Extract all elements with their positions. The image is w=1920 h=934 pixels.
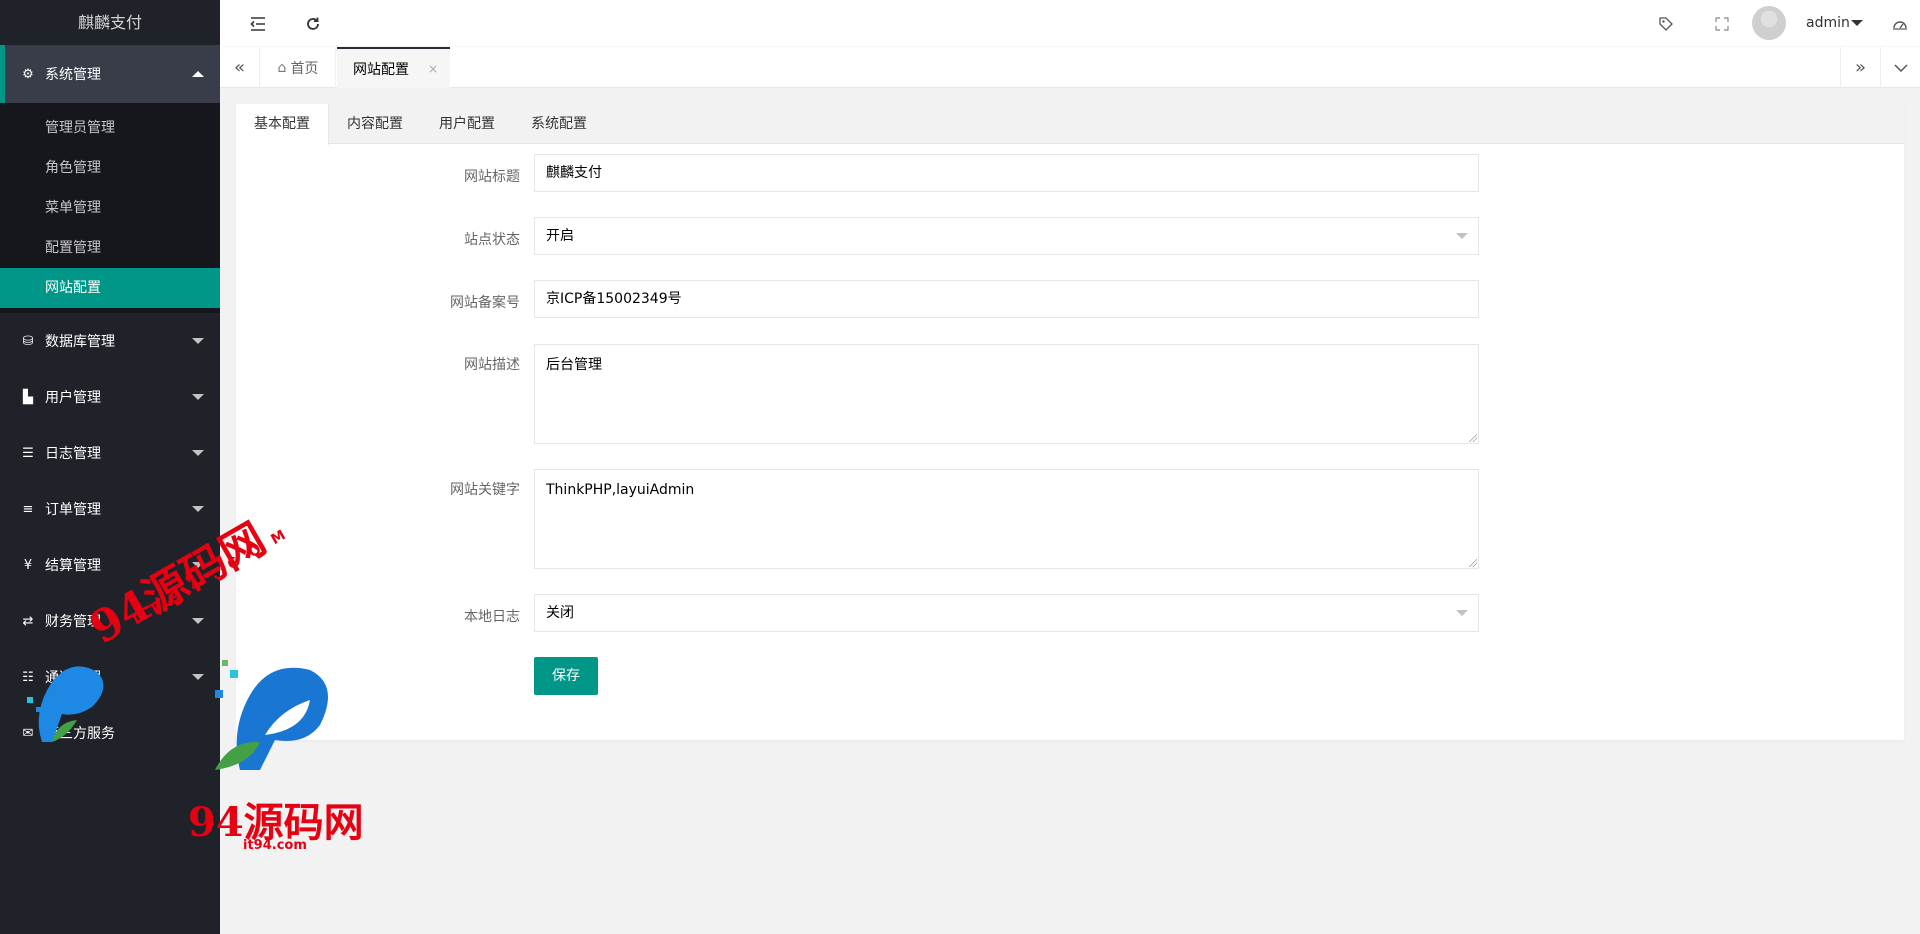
database-icon: ⛁ (22, 333, 34, 349)
tab-system-config[interactable]: 系统配置 (513, 104, 605, 144)
chevron-down-icon (1456, 610, 1468, 616)
nav-group-label: 订单管理 (45, 502, 101, 518)
watermark-logo-large (215, 660, 328, 770)
top-header: admin (220, 0, 1920, 47)
nav-group-label: 日志管理 (45, 446, 101, 462)
nav-group-database[interactable]: ⛁ 数据库管理 (0, 313, 220, 369)
log-icon: ☰ (22, 445, 34, 461)
chevron-down-icon (192, 450, 204, 456)
site-status-value: 开启 (546, 228, 574, 244)
fullscreen-icon[interactable] (1702, 0, 1742, 47)
site-status-label: 站点状态 (464, 232, 520, 248)
keywords-label: 网站关键字 (450, 482, 520, 498)
keywords-value: ThinkPHP,layuiAdmin (546, 482, 695, 498)
local-log-value: 关闭 (546, 605, 574, 621)
subnav-item-menus[interactable]: 菜单管理 (0, 188, 220, 228)
tabs-scroll-right-icon[interactable]: » (1840, 47, 1880, 88)
subnav-item-roles[interactable]: 角色管理 (0, 148, 220, 188)
chevron-down-icon (192, 618, 204, 624)
home-icon: ⌂ (277, 59, 287, 76)
icp-input[interactable]: 京ICP备15002349号 (534, 280, 1479, 318)
tab-content-config[interactable]: 内容配置 (329, 104, 421, 144)
transfer-icon: ⇄ (22, 613, 34, 629)
resize-handle-icon[interactable] (1469, 434, 1477, 442)
site-status-select[interactable]: 开启 (534, 217, 1479, 255)
icp-label: 网站备案号 (450, 295, 520, 311)
tag-icon[interactable] (1646, 0, 1686, 47)
avatar[interactable] (1752, 6, 1786, 40)
user-icon: ▙ (23, 389, 33, 405)
local-log-label: 本地日志 (464, 609, 520, 625)
nav-group-logs[interactable]: ☰ 日志管理 (0, 425, 220, 481)
theme-icon[interactable] (1880, 0, 1920, 47)
nav-group-label: 用户管理 (45, 390, 101, 406)
tab-site-config[interactable]: 网站配置 × (337, 47, 450, 88)
tab-home-label: 首页 (290, 60, 319, 77)
menu-fold-icon[interactable] (238, 0, 278, 47)
description-value: 后台管理 (546, 357, 602, 373)
refresh-icon[interactable] (293, 0, 333, 47)
tab-basic-config[interactable]: 基本配置 (236, 104, 329, 145)
tab-current-label: 网站配置 (353, 61, 409, 78)
description-textarea[interactable]: 后台管理 (534, 344, 1479, 444)
chevron-down-icon[interactable] (1851, 20, 1863, 26)
nav-group-label: 系统管理 (45, 67, 101, 83)
page-tabs-bar: « ⌂ 首页 网站配置 × » (220, 47, 1920, 88)
tab-user-config[interactable]: 用户配置 (421, 104, 513, 144)
nav-group-label: 结算管理 (45, 558, 101, 574)
keywords-textarea[interactable]: ThinkPHP,layuiAdmin (534, 469, 1479, 569)
subnav-item-config[interactable]: 配置管理 (0, 228, 220, 268)
sidebar: 麒麟支付 ⚙ 系统管理 管理员管理 角色管理 菜单管理 配置管理 网站配置 ⛁ … (0, 0, 220, 934)
config-tabs: 基本配置 内容配置 用户配置 系统配置 (236, 104, 1904, 145)
save-button[interactable]: 保存 (534, 657, 598, 695)
description-label: 网站描述 (464, 357, 520, 373)
chevron-down-icon (192, 338, 204, 344)
tabs-scroll-left-icon[interactable]: « (220, 47, 260, 88)
config-card: 基本配置 内容配置 用户配置 系统配置 网站标题 麒麟支付 站点状态 开启 网站… (236, 104, 1904, 740)
chevron-up-icon (192, 71, 204, 77)
chevron-down-icon (192, 394, 204, 400)
watermark-logo-small (27, 666, 104, 742)
nav-group-label: 数据库管理 (45, 334, 115, 350)
site-title-label: 网站标题 (464, 169, 520, 185)
chevron-down-icon (192, 506, 204, 512)
yen-icon: ¥ (23, 557, 33, 573)
nav-group-users[interactable]: ▙ 用户管理 (0, 369, 220, 425)
tab-home[interactable]: ⌂ 首页 (261, 47, 336, 88)
gear-icon: ⚙ (22, 66, 34, 82)
nav-group-orders[interactable]: ≡ 订单管理 (0, 481, 220, 537)
nav-group-system[interactable]: ⚙ 系统管理 (0, 45, 220, 103)
watermark-url: it94.com (243, 838, 307, 853)
list-icon: ≡ (22, 501, 34, 517)
app-logo-title: 麒麟支付 (0, 0, 220, 45)
site-title-input[interactable]: 麒麟支付 (534, 154, 1479, 192)
chevron-down-icon (1456, 233, 1468, 239)
subnav-system: 管理员管理 角色管理 菜单管理 配置管理 网站配置 (0, 103, 220, 313)
user-name[interactable]: admin (1806, 0, 1850, 47)
subnav-item-admins[interactable]: 管理员管理 (0, 108, 220, 148)
chevron-down-icon (192, 674, 204, 680)
local-log-select[interactable]: 关闭 (534, 594, 1479, 632)
subnav-item-site-config[interactable]: 网站配置 (0, 268, 220, 308)
resize-handle-icon[interactable] (1469, 559, 1477, 567)
close-icon[interactable]: × (428, 62, 438, 76)
tabs-menu-chevron-down-icon[interactable] (1880, 47, 1920, 88)
